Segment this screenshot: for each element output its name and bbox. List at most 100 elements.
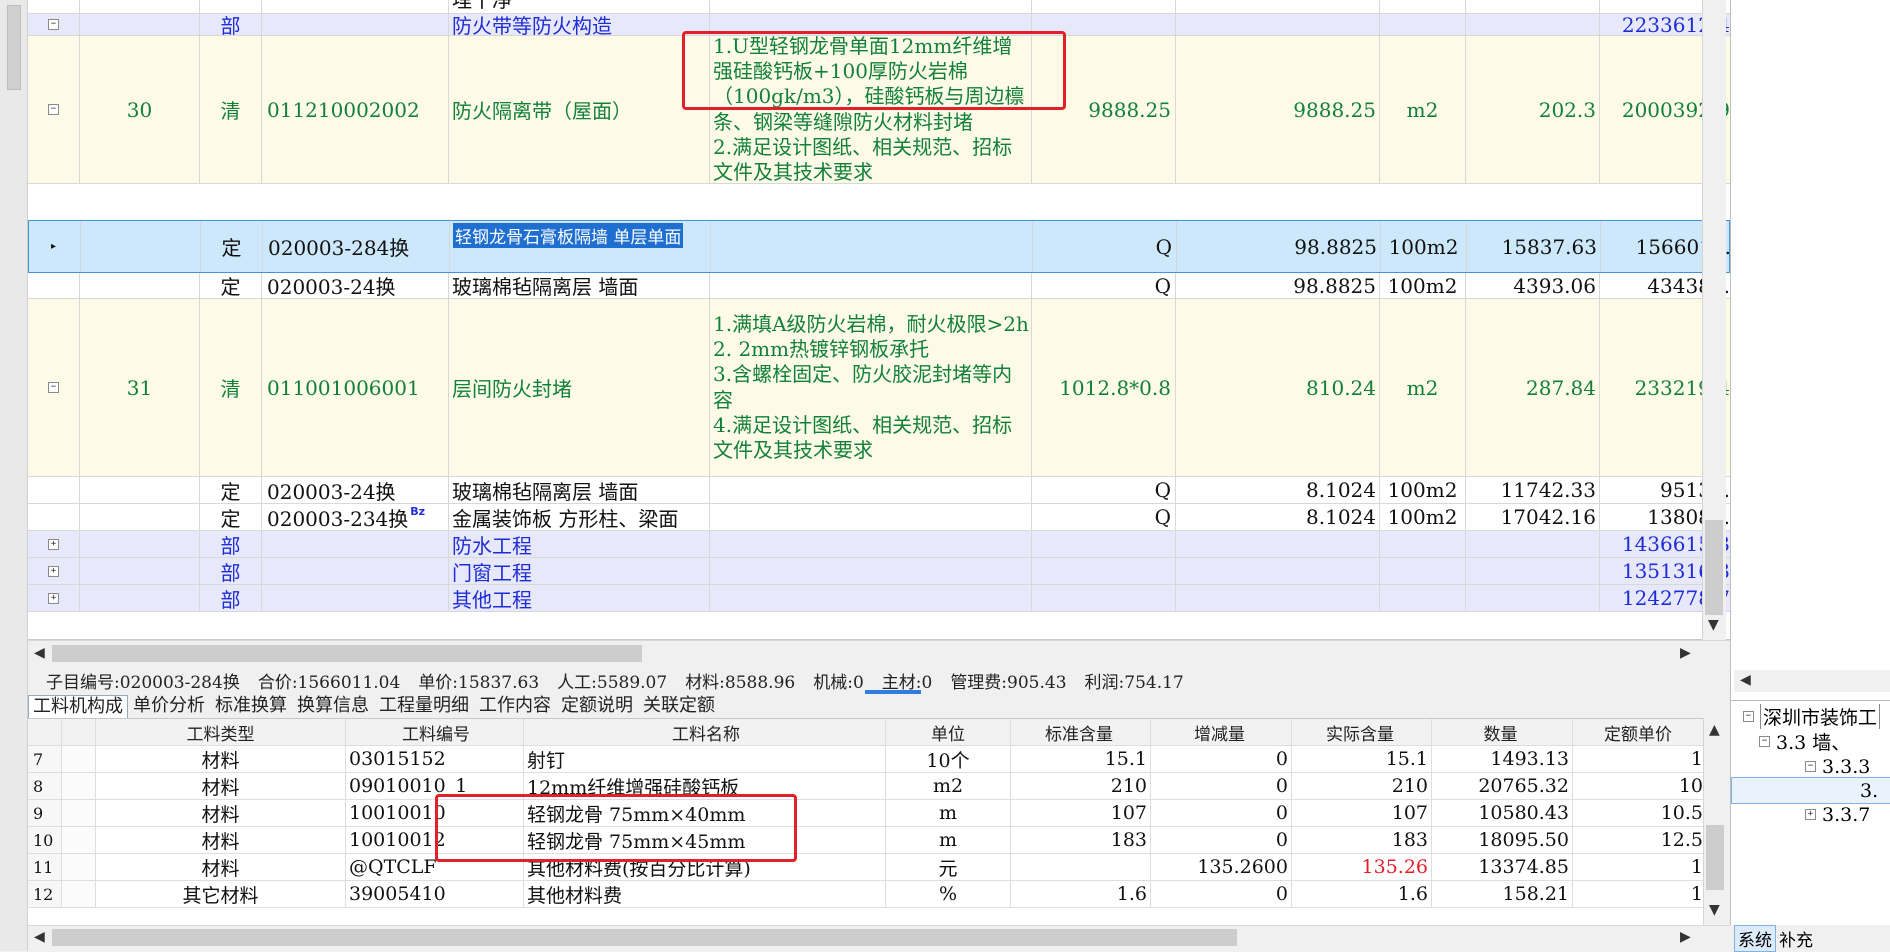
collapse-icon[interactable]: − <box>1759 736 1770 747</box>
vertical-scrollbar[interactable] <box>1703 718 1727 925</box>
cell-quota-price: 1 <box>1690 856 1703 878</box>
scroll-down-icon[interactable]: ▼ <box>1708 617 1719 633</box>
table-row[interactable]: 10 材料 10010012 轻钢龙骨 75mm×45mm m 183 0 18… <box>28 827 1703 854</box>
cell-name: 12mm纤维增强硅酸钙板 <box>524 773 886 799</box>
quota-row[interactable]: 定 020003-24换 玻璃棉毡隔离层 墙面 Q 8.1024 100m2 1… <box>28 477 1730 504</box>
section-row[interactable]: − 部 防火带等防火构造 2233612.4 <box>28 14 1730 36</box>
tree-node[interactable]: − 3.3.3 <box>1731 754 1890 779</box>
expand-icon[interactable]: + <box>48 538 59 550</box>
tab-system[interactable]: 系统 <box>1734 924 1776 952</box>
header-unit[interactable]: 单位 <box>886 719 1011 745</box>
cell-adjust[interactable]: 0 <box>1151 746 1292 772</box>
cell-unit: m2 <box>886 773 1011 799</box>
scroll-left-icon[interactable]: ◀ <box>34 929 45 945</box>
table-row[interactable]: 12 其它材料 39005410 其他材料费 % 1.6 0 1.6 158.2… <box>28 881 1703 908</box>
header-quota-price[interactable]: 定额单价 <box>1573 719 1703 745</box>
tab-unit-price-analysis[interactable]: 单价分析 <box>128 694 210 718</box>
selected-quota-row[interactable]: ▸ 定 020003-284换 轻钢龙骨石膏板隔墙 单层单面 Q 98.8825… <box>28 220 1731 273</box>
cell-actual[interactable]: 183 <box>1292 827 1432 853</box>
cell-actual[interactable]: 1.6 <box>1292 881 1432 907</box>
collapse-icon[interactable]: − <box>48 104 59 115</box>
collapse-icon[interactable]: − <box>48 19 59 30</box>
tab-related-quota[interactable]: 关联定额 <box>638 694 720 718</box>
cell-actual[interactable]: 15.1 <box>1292 746 1432 772</box>
tab-quantity-detail[interactable]: 工程量明细 <box>374 694 474 718</box>
expand-icon[interactable]: + <box>1805 809 1816 820</box>
cell-actual[interactable]: 107 <box>1292 800 1432 826</box>
cell-adjust[interactable]: 135.2600 <box>1151 854 1292 880</box>
row-code: 011001006001 <box>262 299 449 476</box>
header-name[interactable]: 工料名称 <box>524 719 886 745</box>
table-row[interactable]: 埋干净 <box>28 0 1730 14</box>
horizontal-scrollbar-thumb[interactable] <box>52 929 1237 946</box>
section-row[interactable]: + 部 防水工程 1436615.3 <box>28 531 1730 558</box>
horizontal-scrollbar-thumb[interactable] <box>52 645 642 662</box>
summary-sub-code: 子目编号:020003-284换 <box>46 672 240 693</box>
left-scrollbar-thumb[interactable] <box>7 5 21 90</box>
cell-name: 轻钢龙骨 75mm×40mm <box>524 800 886 826</box>
row-name-editor[interactable]: 轻钢龙骨石膏板隔墙 单层单面 <box>453 223 684 248</box>
tree-node[interactable]: − 3.3 墙、 <box>1731 729 1890 754</box>
header-amount[interactable]: 数量 <box>1432 719 1573 745</box>
vertical-scrollbar-thumb[interactable] <box>1706 825 1724 890</box>
row-quantity: 98.8825 <box>1176 273 1380 298</box>
cell-actual[interactable]: 135.26 <box>1292 854 1432 880</box>
scroll-left-icon[interactable]: ◀ <box>1740 672 1751 688</box>
supplement-badge: Bz <box>410 505 426 518</box>
table-row[interactable]: 9 材料 10010010 轻钢龙骨 75mm×40mm m 107 0 107… <box>28 800 1703 827</box>
cell-adjust[interactable]: 0 <box>1151 773 1292 799</box>
cell-adjust[interactable]: 0 <box>1151 881 1292 907</box>
tab-labor-material-machine[interactable]: 工料机构成 <box>28 695 128 718</box>
cell-actual[interactable]: 210 <box>1292 773 1432 799</box>
collapse-icon[interactable]: − <box>1805 761 1816 772</box>
cell-name: 其他材料费 <box>524 881 886 907</box>
header-type[interactable]: 工料类型 <box>96 719 346 745</box>
header-adjust[interactable]: 增减量 <box>1151 719 1292 745</box>
row-name: 玻璃棉毡隔离层 墙面 <box>449 477 710 503</box>
cell-standard: 107 <box>1011 800 1151 826</box>
row-name: 防火隔离带（屋面） <box>449 36 710 183</box>
section-row[interactable]: + 部 其他工程 1242778.7 <box>28 585 1730 612</box>
scroll-right-icon[interactable]: ▶ <box>1680 645 1691 661</box>
table-header: 工料类型 工料编号 工料名称 单位 标准含量 增减量 实际含量 数量 定额单价 <box>28 719 1703 746</box>
scroll-right-icon[interactable]: ▶ <box>1680 929 1691 945</box>
row-index: 10 <box>28 827 62 853</box>
tab-conversion-info[interactable]: 换算信息 <box>292 694 374 718</box>
scroll-down-icon[interactable]: ▼ <box>1709 902 1720 918</box>
tree-node[interactable]: + 3.3.7 <box>1731 802 1890 827</box>
row-number: 31 <box>80 299 200 476</box>
header-standard[interactable]: 标准含量 <box>1011 719 1151 745</box>
row-price: 15837.63 <box>1467 221 1601 272</box>
tab-quota-description[interactable]: 定额说明 <box>556 694 638 718</box>
expand-icon[interactable]: + <box>48 592 59 604</box>
tab-standard-conversion[interactable]: 标准换算 <box>210 694 292 718</box>
quota-row[interactable]: 定 020003-234换 Bz 金属装饰板 方形柱、梁面 Q 8.1024 10… <box>28 504 1730 531</box>
row-unit: 100m2 <box>1381 221 1467 272</box>
quota-row[interactable]: 定 020003-24换 玻璃棉毡隔离层 墙面 Q 98.8825 100m2 … <box>28 273 1730 299</box>
bill-item-row[interactable]: − 30 清 011210002002 防火隔离带（屋面） 1.U型轻钢龙骨单面… <box>28 36 1730 184</box>
header-actual[interactable]: 实际含量 <box>1292 719 1432 745</box>
bill-item-row[interactable]: − 31 清 011001006001 层间防火封堵 1.满填A级防火岩棉，耐火… <box>28 299 1730 477</box>
scroll-up-icon[interactable]: ▲ <box>1709 722 1720 738</box>
tree-node[interactable]: − 深圳市装饰工 <box>1731 704 1890 729</box>
header-code[interactable]: 工料编号 <box>346 719 524 745</box>
vertical-scrollbar-thumb[interactable] <box>1705 520 1723 615</box>
collapse-icon[interactable]: − <box>1743 711 1754 722</box>
right-panel-top <box>1730 0 1890 700</box>
section-row[interactable]: + 部 门窗工程 1351316.3 <box>28 558 1730 585</box>
collapse-icon[interactable]: − <box>48 382 59 393</box>
table-row[interactable]: 7 材料 03015152 射钉 10个 15.1 0 15.1 1493.13… <box>28 746 1703 773</box>
row-name: 玻璃棉毡隔离层 墙面 <box>449 273 710 298</box>
cell-adjust[interactable]: 0 <box>1151 800 1292 826</box>
table-row[interactable]: 11 材料 @QTCLF 其他材料费(按百分比计算) 元 135.2600 13… <box>28 854 1703 881</box>
expand-icon[interactable]: + <box>48 565 59 577</box>
cell-adjust[interactable]: 0 <box>1151 827 1292 853</box>
tree-node-selected[interactable]: 3. <box>1731 777 1890 804</box>
tree-node-label: 3. <box>1860 779 1879 802</box>
table-row[interactable]: 8 材料 09010010_1 12mm纤维增强硅酸钙板 m2 210 0 21… <box>28 773 1703 800</box>
scroll-left-icon[interactable]: ◀ <box>34 645 45 661</box>
cell-code: 09010010_1 <box>346 773 524 799</box>
horizontal-scrollbar[interactable] <box>1734 670 1890 692</box>
tab-supplement[interactable]: 补充 <box>1776 926 1816 951</box>
tab-work-content[interactable]: 工作内容 <box>474 694 556 718</box>
